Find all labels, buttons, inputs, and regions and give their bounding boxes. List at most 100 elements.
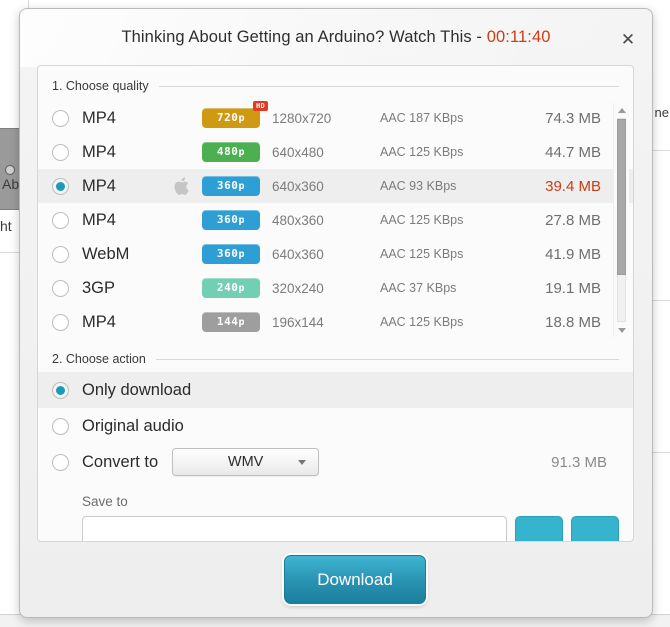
- dialog-title: Thinking About Getting an Arduino? Watch…: [20, 28, 652, 47]
- quality-radio[interactable]: [51, 177, 69, 195]
- quality-radio[interactable]: [51, 109, 69, 127]
- quality-badge-wrap: 240p: [202, 278, 272, 298]
- background-right-strip: [652, 0, 670, 627]
- quality-radio-wrap[interactable]: [38, 313, 82, 331]
- video-duration: 00:11:40: [486, 28, 551, 46]
- quality-radio-wrap[interactable]: [38, 279, 82, 297]
- quality-radio-wrap[interactable]: [38, 109, 82, 127]
- quality-file-size: 41.9 MB: [545, 245, 601, 263]
- quality-radio[interactable]: [51, 245, 69, 263]
- quality-radio[interactable]: [51, 279, 69, 297]
- quality-badge-wrap: 360p: [202, 244, 272, 264]
- action-options: Only download Original audio Convert to …: [38, 372, 633, 541]
- action-section-divider: [155, 358, 619, 360]
- quality-badge-suffix: p: [238, 249, 246, 260]
- quality-row[interactable]: MP4 720p HD 1280x720 AAC 187 KBps 74.3 MB: [38, 101, 633, 135]
- quality-resolution: 480x360: [272, 212, 324, 228]
- save-to-input[interactable]: [82, 516, 507, 541]
- quality-radio-wrap[interactable]: [38, 143, 82, 161]
- quality-row[interactable]: MP4 360p 480x360 AAC 125 KBps 27.8 MB: [38, 203, 633, 237]
- quality-row[interactable]: MP4 144p 196x144 AAC 125 KBps 18.8 MB: [38, 305, 633, 339]
- quality-format-label: MP4: [82, 108, 116, 127]
- quality-badge: 360p: [202, 244, 260, 264]
- quality-badge-suffix: p: [238, 215, 246, 226]
- quality-badge-suffix: p: [238, 317, 246, 328]
- open-folder-button[interactable]: [571, 516, 619, 541]
- scroll-up-icon[interactable]: [614, 103, 629, 117]
- convert-to-radio[interactable]: [51, 453, 69, 471]
- background-text-right: ne: [654, 105, 669, 120]
- chevron-down-icon: [298, 459, 307, 465]
- quality-row[interactable]: MP4 360p 640x360 AAC 93 KBps 39.4 MB: [38, 169, 633, 203]
- quality-badge-value: 720: [216, 111, 239, 124]
- only-download-radio-wrap[interactable]: [38, 381, 82, 399]
- convert-format-value: WMV: [227, 454, 264, 470]
- quality-badge-suffix: p: [238, 181, 246, 192]
- quality-badge: 360p: [202, 176, 260, 196]
- quality-format-label: MP4: [82, 312, 116, 331]
- action-option-original-audio[interactable]: Original audio: [38, 408, 633, 444]
- quality-audio-bitrate: AAC 125 KBps: [380, 315, 464, 329]
- quality-resolution: 640x360: [272, 178, 324, 194]
- quality-file-size: 27.8 MB: [545, 211, 601, 229]
- quality-radio[interactable]: [51, 313, 69, 331]
- action-option-convert-to[interactable]: Convert to WMV 91.3 MB: [38, 444, 633, 480]
- original-audio-radio-wrap[interactable]: [38, 417, 82, 435]
- scroll-down-icon[interactable]: [614, 323, 629, 337]
- close-icon[interactable]: ✕: [614, 27, 642, 53]
- quality-audio-bitrate: AAC 125 KBps: [380, 145, 464, 159]
- quality-radio-wrap[interactable]: [38, 177, 82, 195]
- quality-file-size: 39.4 MB: [545, 177, 601, 195]
- quality-badge-wrap: 360p: [202, 176, 272, 196]
- quality-radio[interactable]: [51, 143, 69, 161]
- quality-format-label: MP4: [82, 142, 116, 161]
- quality-resolution: 320x240: [272, 280, 324, 296]
- convert-format-select[interactable]: WMV: [172, 448, 320, 476]
- quality-format-label: 3GP: [82, 278, 116, 297]
- quality-badge: 360p: [202, 210, 260, 230]
- quality-list: MP4 720p HD 1280x720 AAC 187 KBps 74.3 MB MP4 4…: [38, 101, 633, 339]
- quality-file-size: 18.8 MB: [545, 313, 601, 331]
- quality-radio-wrap[interactable]: [38, 211, 82, 229]
- original-audio-radio[interactable]: [51, 417, 69, 435]
- dialog-title-text: Thinking About Getting an Arduino? Watch…: [121, 28, 487, 46]
- only-download-radio[interactable]: [51, 381, 69, 399]
- quality-badge-wrap: 144p: [202, 312, 272, 332]
- quality-radio[interactable]: [51, 211, 69, 229]
- download-button[interactable]: Download: [284, 555, 426, 604]
- scrollbar-thumb[interactable]: [617, 119, 626, 275]
- quality-badge: 720p HD: [202, 101, 268, 128]
- quality-badge-wrap: 720p HD: [202, 101, 272, 128]
- download-dialog: Thinking About Getting an Arduino? Watch…: [19, 8, 653, 618]
- quality-rows-container: MP4 720p HD 1280x720 AAC 187 KBps 74.3 MB MP4 4…: [38, 101, 633, 339]
- convert-to-label: Convert to: [82, 452, 159, 471]
- quality-badge-value: 360: [216, 247, 239, 260]
- convert-to-radio-wrap[interactable]: [38, 453, 82, 471]
- quality-badge-value: 144: [216, 315, 239, 328]
- quality-audio-bitrate: AAC 187 KBps: [380, 111, 464, 125]
- background-text-a: Ab: [2, 176, 20, 192]
- quality-file-size: 74.3 MB: [545, 109, 601, 127]
- quality-row[interactable]: WebM 360p 640x360 AAC 125 KBps 41.9 MB: [38, 237, 633, 271]
- quality-audio-bitrate: AAC 37 KBps: [380, 281, 457, 295]
- quality-badge-suffix: p: [238, 283, 246, 294]
- quality-audio-bitrate: AAC 93 KBps: [380, 179, 457, 193]
- save-to-label: Save to: [82, 494, 128, 509]
- convert-size-value: 91.3 MB: [551, 453, 607, 471]
- quality-row[interactable]: 3GP 240p 320x240 AAC 37 KBps 19.1 MB: [38, 271, 633, 305]
- apple-icon: [160, 176, 202, 196]
- quality-radio-wrap[interactable]: [38, 245, 82, 263]
- action-section-title: 2. Choose action: [52, 352, 146, 366]
- action-option-only-download[interactable]: Only download: [38, 372, 633, 408]
- quality-resolution: 640x480: [272, 144, 324, 160]
- quality-section-divider: [158, 85, 619, 87]
- quality-row[interactable]: MP4 480p 640x480 AAC 125 KBps 44.7 MB: [38, 135, 633, 169]
- quality-badge-suffix: p: [238, 113, 246, 124]
- quality-badge-value: 240: [216, 281, 239, 294]
- quality-list-scrollbar[interactable]: [613, 103, 629, 337]
- quality-resolution: 1280x720: [272, 110, 332, 126]
- browse-folder-button[interactable]: [515, 516, 563, 541]
- quality-audio-bitrate: AAC 125 KBps: [380, 247, 464, 261]
- quality-badge-value: 360: [216, 213, 239, 226]
- quality-badge: 480p: [202, 142, 260, 162]
